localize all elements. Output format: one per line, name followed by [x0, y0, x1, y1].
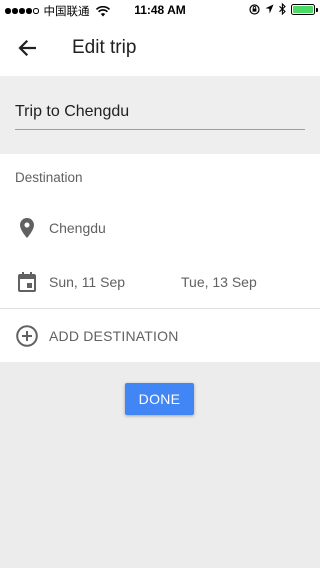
start-date[interactable]: Sun, 11 Sep [49, 274, 125, 290]
add-circle-icon [16, 325, 38, 347]
done-button[interactable]: DONE [125, 383, 194, 415]
back-button[interactable] [14, 36, 40, 60]
destination-name: Chengdu [49, 220, 106, 236]
battery-level-fill [293, 5, 313, 13]
location-arrow-icon [265, 4, 274, 14]
dates-row: Sun, 11 Sep Tue, 13 Sep [0, 270, 320, 294]
app-bar: Edit trip [0, 20, 320, 76]
divider [0, 308, 320, 309]
end-date[interactable]: Tue, 13 Sep [181, 274, 257, 290]
bluetooth-icon [279, 3, 286, 15]
trip-name-section [0, 76, 320, 154]
rotation-lock-icon [249, 3, 260, 15]
location-pin-icon [16, 217, 38, 239]
arrow-back-icon [18, 40, 36, 56]
page-title: Edit trip [72, 37, 137, 58]
add-destination-label: ADD DESTINATION [49, 328, 179, 344]
status-bar: 中国联通 11:48 AM [0, 0, 320, 20]
calendar-icon [16, 271, 38, 293]
add-destination-button[interactable]: ADD DESTINATION [0, 324, 320, 348]
battery-icon [291, 3, 318, 15]
trip-name-input[interactable] [15, 100, 305, 130]
destination-card: Destination Chengdu Sun, 11 Sep Tue, 13 … [0, 154, 320, 362]
destination-item[interactable]: Chengdu [0, 216, 320, 240]
destination-section-label: Destination [15, 170, 83, 185]
status-right [249, 3, 318, 15]
